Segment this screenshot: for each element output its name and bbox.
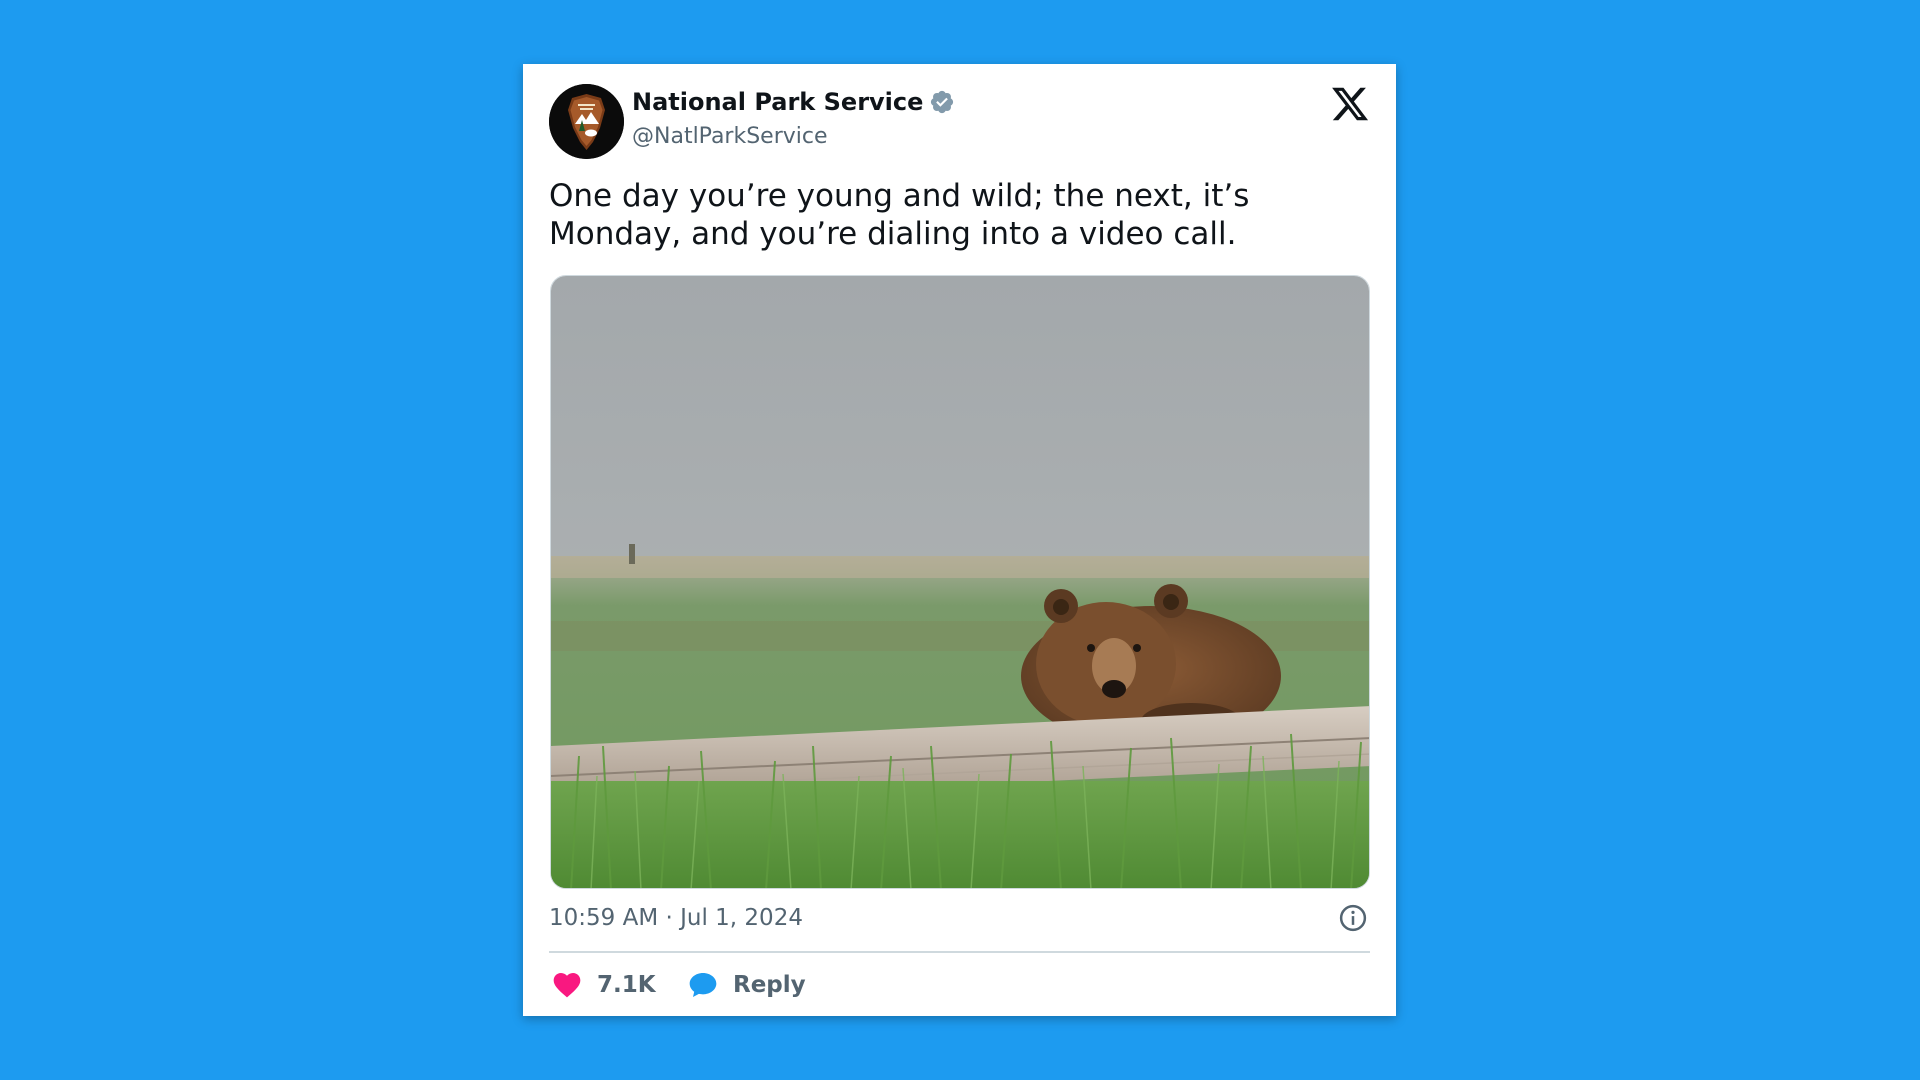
reply-bubble-icon	[689, 973, 717, 997]
divider	[549, 951, 1370, 953]
author-handle[interactable]: @NatlParkService	[632, 124, 828, 149]
x-logo-icon[interactable]	[1330, 84, 1370, 124]
info-icon[interactable]	[1338, 903, 1368, 933]
tweet-text: One day you’re young and wild; the next,…	[549, 178, 1250, 252]
author-name-row[interactable]: National Park Service	[632, 88, 955, 116]
tweet-photo[interactable]	[550, 275, 1370, 889]
nps-logo-icon	[549, 84, 624, 159]
bear-resting-on-log-photo	[551, 276, 1369, 888]
author-name[interactable]: National Park Service	[632, 88, 923, 116]
reply-button[interactable]: Reply	[687, 969, 806, 1001]
tweet-timestamp[interactable]: 10:59 AM · Jul 1, 2024	[549, 905, 803, 931]
heart-icon	[553, 973, 581, 998]
tweet-card: National Park Service @NatlParkService O…	[523, 64, 1396, 1016]
like-button[interactable]: 7.1K	[551, 969, 656, 1001]
reply-label: Reply	[733, 972, 806, 998]
verified-badge-icon	[931, 90, 954, 114]
like-count: 7.1K	[597, 972, 656, 998]
avatar[interactable]	[549, 84, 624, 159]
